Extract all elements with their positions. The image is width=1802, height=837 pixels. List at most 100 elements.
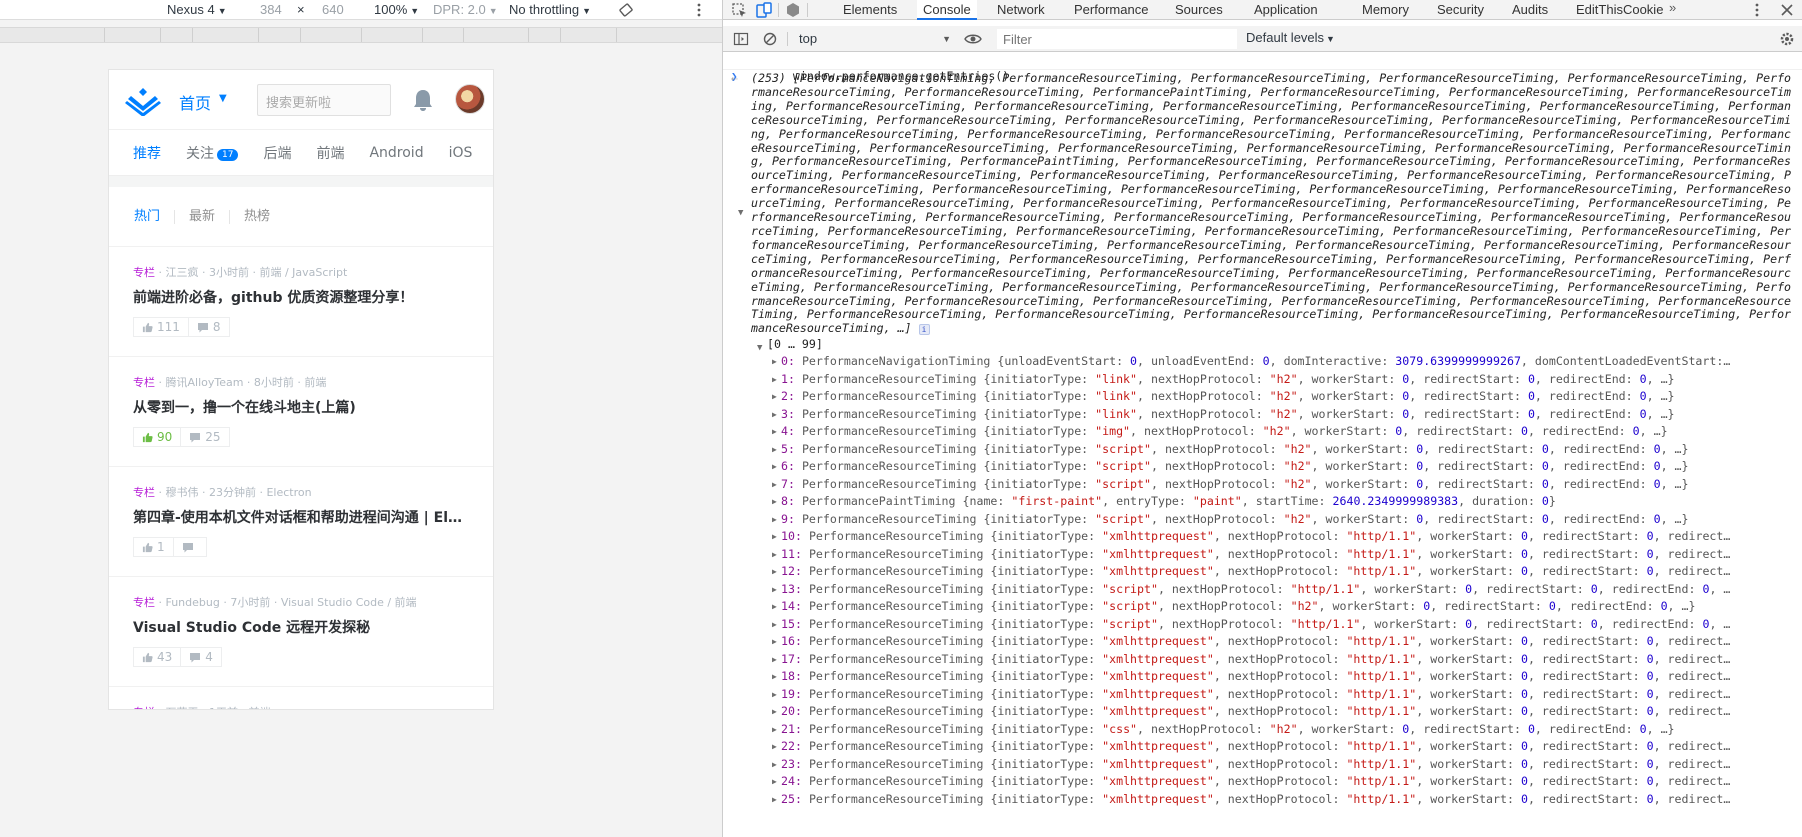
throttle-select[interactable]: No throttling ▼	[509, 2, 591, 17]
tab-hot[interactable]: 热门	[134, 209, 174, 224]
eye-icon[interactable]	[964, 31, 982, 47]
console-entry-row[interactable]: ▶ 25: PerformanceResourceTiming {initiato…	[723, 791, 1802, 809]
console-entry-row[interactable]: ▶ 11: PerformanceResourceTiming {initiato…	[723, 546, 1802, 564]
console-result[interactable]: ⇠ ▼ (253) [PerformanceNavigationTiming, …	[723, 70, 1802, 336]
entry-item[interactable]: 专栏 · 石燕平 · 1天前 · 前端	[109, 687, 493, 709]
comment-button[interactable]: 25	[180, 428, 228, 446]
expand-triangle-icon[interactable]: ▶	[772, 388, 777, 406]
expand-triangle-icon[interactable]: ▶	[772, 423, 777, 441]
expand-triangle-icon[interactable]: ▶	[772, 721, 777, 739]
caret-down-icon[interactable]: ▼	[219, 93, 227, 104]
entry-tag[interactable]: 专栏	[133, 706, 155, 709]
tab-elements[interactable]: Elements	[843, 0, 897, 20]
console-entry-row[interactable]: ▶ 23: PerformanceResourceTiming {initiato…	[723, 756, 1802, 774]
expand-triangle-icon[interactable]: ▶	[772, 616, 777, 634]
console-entry-row[interactable]: ▶ 19: PerformanceResourceTiming {initiato…	[723, 686, 1802, 704]
like-button[interactable]: 1	[134, 538, 173, 556]
entry-item[interactable]: 专栏 · 江三疯 · 3小时前 · 前端 / JavaScript 前端进阶必备，…	[109, 247, 493, 357]
zoom-select[interactable]: 100% ▼	[374, 2, 419, 17]
rotate-icon[interactable]	[618, 2, 634, 18]
entry-tag[interactable]: 专栏	[133, 596, 155, 609]
context-select[interactable]: top ▼	[799, 29, 951, 49]
nav-item-android[interactable]: Android	[369, 145, 423, 161]
expand-triangle-icon[interactable]: ▶	[772, 441, 777, 459]
expand-triangle-icon[interactable]: ▶	[772, 703, 777, 721]
console-entry-row[interactable]: ▶ 5: PerformanceResourceTiming {initiator…	[723, 441, 1802, 459]
inspect-element-icon[interactable]	[731, 2, 747, 18]
array-range-group[interactable]: ▼ [0 … 99]	[723, 336, 1802, 353]
comment-button[interactable]: 4	[180, 648, 221, 666]
device-select[interactable]: Nexus 4 ▼	[167, 2, 227, 17]
nav-item-following[interactable]: 关注 17	[186, 143, 239, 163]
expand-triangle-icon[interactable]: ▶	[772, 668, 777, 686]
tab-audits[interactable]: Audits	[1512, 0, 1548, 20]
console-entry-row[interactable]: ▶ 18: PerformanceResourceTiming {initiato…	[723, 668, 1802, 686]
expand-triangle-icon[interactable]: ▶	[772, 686, 777, 704]
height-input[interactable]: 640	[322, 2, 344, 17]
close-icon[interactable]	[1779, 2, 1795, 18]
tab-network[interactable]: Network	[997, 0, 1045, 20]
entry-item[interactable]: 专栏 · 腾讯AlloyTeam · 8小时前 · 前端 从零到一，撸一个在线斗地…	[109, 357, 493, 467]
gear-icon[interactable]	[1779, 31, 1795, 47]
avatar[interactable]	[455, 84, 485, 114]
juejin-logo-icon[interactable]	[125, 84, 161, 116]
search-input[interactable]: 搜索更新啦	[257, 84, 391, 116]
console-entry-row[interactable]: ▶ 14: PerformanceResourceTiming {initiato…	[723, 598, 1802, 616]
console-entry-row[interactable]: ▶ 8: PerformancePaintTiming {name: "first…	[723, 493, 1802, 511]
tab-ranking[interactable]: 热榜	[229, 209, 284, 224]
tab-editthiscookie[interactable]: EditThisCookie	[1576, 0, 1663, 20]
entry-item[interactable]: 专栏 · Fundebug · 7小时前 · Visual Studio Cod…	[109, 577, 493, 687]
console-entry-row[interactable]: ▶ 21: PerformanceResourceTiming {initiato…	[723, 721, 1802, 739]
comment-button[interactable]: 8	[187, 318, 229, 336]
entry-tag[interactable]: 专栏	[133, 266, 155, 279]
expand-triangle-icon[interactable]: ▶	[772, 371, 777, 389]
console-entry-row[interactable]: ▶ 3: PerformanceResourceTiming {initiator…	[723, 406, 1802, 424]
expand-triangle-icon[interactable]: ▶	[772, 756, 777, 774]
console-entry-row[interactable]: ▶ 24: PerformanceResourceTiming {initiato…	[723, 773, 1802, 791]
comment-button[interactable]	[172, 538, 206, 556]
tab-console[interactable]: Console	[917, 0, 977, 20]
like-button[interactable]: 90	[134, 428, 180, 446]
expand-triangle-icon[interactable]: ▶	[772, 651, 777, 669]
expand-triangle-icon[interactable]: ▼	[738, 208, 743, 218]
entry-title[interactable]: Visual Studio Code 远程开发探秘	[133, 617, 471, 637]
home-menu-label[interactable]: 首页	[179, 90, 211, 114]
expand-triangle-icon[interactable]: ▶	[772, 493, 777, 511]
sidebar-toggle-icon[interactable]	[733, 31, 749, 47]
like-button[interactable]: 111	[134, 318, 188, 336]
entry-title[interactable]: 第四章-使用本机文件对话框和帮助进程间沟通 | Electron实战	[133, 507, 471, 527]
tab-security[interactable]: Security	[1437, 0, 1484, 20]
console-entry-row[interactable]: ▶ 9: PerformanceResourceTiming {initiator…	[723, 511, 1802, 529]
expand-triangle-icon[interactable]: ▶	[772, 738, 777, 756]
log-levels-select[interactable]: Default levels ▼	[1246, 30, 1335, 45]
dpr-select[interactable]: DPR: 2.0 ▼	[433, 2, 498, 17]
nav-item-recommend[interactable]: 推荐	[133, 143, 161, 163]
media-query-ruler[interactable]	[0, 27, 722, 43]
more-vert-icon[interactable]	[1749, 2, 1765, 18]
expand-triangle-icon[interactable]: ▶	[772, 546, 777, 564]
nav-item-ios[interactable]: iOS	[449, 145, 473, 161]
console-entry-row[interactable]: ▶ 17: PerformanceResourceTiming {initiato…	[723, 651, 1802, 669]
info-icon[interactable]: i	[918, 324, 930, 336]
expand-triangle-icon[interactable]: ▶	[772, 791, 777, 809]
tab-performance[interactable]: Performance	[1074, 0, 1148, 20]
tab-sources[interactable]: Sources	[1175, 0, 1223, 20]
entry-item[interactable]: 专栏 · 穆书伟 · 23分钟前 · Electron 第四章-使用本机文件对话框…	[109, 467, 493, 577]
expand-triangle-icon[interactable]: ▶	[772, 353, 777, 371]
console-output[interactable]: ❯ window.performance.getEntries() ⇠ ▼ (25…	[723, 53, 1802, 837]
console-entry-row[interactable]: ▶ 2: PerformanceResourceTiming {initiator…	[723, 388, 1802, 406]
more-vert-icon[interactable]	[693, 2, 705, 18]
console-entry-row[interactable]: ▶ 6: PerformanceResourceTiming {initiator…	[723, 458, 1802, 476]
console-entry-row[interactable]: ▶ 4: PerformanceResourceTiming {initiator…	[723, 423, 1802, 441]
expand-triangle-icon[interactable]: ▶	[772, 563, 777, 581]
expand-triangle-icon[interactable]: ▶	[772, 511, 777, 529]
clear-console-icon[interactable]	[762, 31, 778, 47]
expand-triangle-icon[interactable]: ▶	[772, 476, 777, 494]
extension-hexagon-icon[interactable]	[785, 2, 801, 18]
expand-triangle-icon[interactable]: ▶	[772, 598, 777, 616]
console-entry-row[interactable]: ▶ 22: PerformanceResourceTiming {initiato…	[723, 738, 1802, 756]
entry-tag[interactable]: 专栏	[133, 486, 155, 499]
expand-triangle-icon[interactable]: ▶	[772, 773, 777, 791]
console-entry-row[interactable]: ▶ 0: PerformanceNavigationTiming {unloadE…	[723, 353, 1802, 371]
nav-item-frontend[interactable]: 前端	[316, 143, 344, 163]
